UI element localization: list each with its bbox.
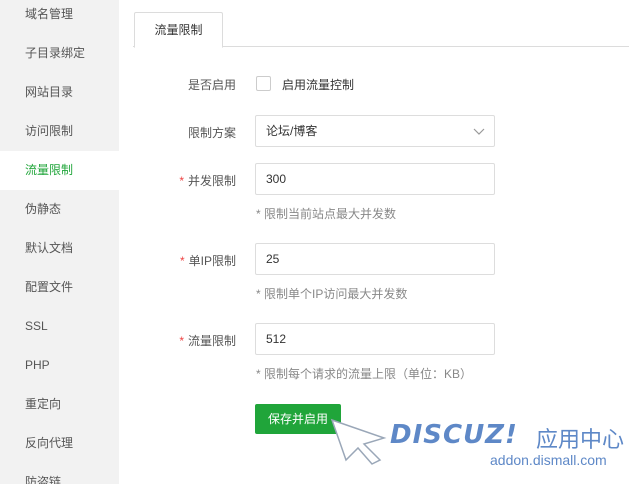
chevron-down-icon	[473, 128, 485, 135]
sidebar-item-domain[interactable]: 域名管理	[0, 0, 119, 34]
tab-traffic-limit[interactable]: 流量限制	[134, 12, 223, 48]
per-ip-limit-input[interactable]	[255, 243, 495, 275]
traffic-limit-input[interactable]	[255, 323, 495, 355]
per-ip-label: * 单IP限制	[133, 252, 236, 269]
concurrent-label-text: 并发限制	[187, 174, 236, 188]
watermark-brand: DISCUZ!	[390, 420, 518, 450]
per-ip-hint: * 限制单个IP访问最大并发数	[256, 287, 408, 301]
per-ip-label-text: 单IP限制	[188, 254, 236, 268]
watermark-url: addon.dismall.com	[490, 452, 607, 468]
required-mark: *	[179, 174, 184, 188]
required-mark: *	[179, 334, 184, 348]
sidebar-item-rewrite[interactable]: 伪静态	[0, 190, 119, 229]
sidebar-item-config-file[interactable]: 配置文件	[0, 268, 119, 307]
enable-checkbox[interactable]	[256, 76, 271, 91]
concurrent-hint: * 限制当前站点最大并发数	[256, 207, 397, 221]
sidebar-item-traffic-limit[interactable]: 流量限制	[0, 151, 119, 190]
sidebar-item-site-directory[interactable]: 网站目录	[0, 73, 119, 112]
sidebar-item-access-limit[interactable]: 访问限制	[0, 112, 119, 151]
watermark-brand-cn: 应用中心	[536, 428, 625, 453]
traffic-label-text: 流量限制	[187, 334, 236, 348]
sidebar-item-php[interactable]: PHP	[0, 346, 119, 385]
sidebar-item-ssl[interactable]: SSL	[0, 307, 119, 346]
required-mark: *	[179, 254, 185, 268]
tab-bar: 流量限制	[133, 12, 629, 48]
enable-checkbox-label[interactable]: 启用流量控制	[282, 76, 354, 93]
scheme-select[interactable]: 论坛/博客	[255, 115, 495, 147]
traffic-hint: * 限制每个请求的流量上限（单位：KB）	[256, 367, 473, 381]
sidebar: 域名管理 子目录绑定 网站目录 访问限制 流量限制 伪静态 默认文档 配置文件 …	[0, 0, 119, 484]
sidebar-item-subdir-binding[interactable]: 子目录绑定	[0, 34, 119, 73]
concurrent-limit-input[interactable]	[255, 163, 495, 195]
watermark: DISCUZ! 应用中心 addon.dismall.com	[328, 416, 628, 484]
sidebar-item-hotlink-protection[interactable]: 防盗链	[0, 463, 119, 484]
traffic-label: * 流量限制	[133, 332, 236, 349]
concurrent-label: * 并发限制	[133, 172, 236, 189]
sidebar-item-reverse-proxy[interactable]: 反向代理	[0, 424, 119, 463]
enable-label: 是否启用	[187, 78, 236, 92]
scheme-select-value: 论坛/博客	[266, 124, 318, 138]
save-and-enable-button[interactable]: 保存并启用	[255, 404, 341, 434]
sidebar-item-redirect[interactable]: 重定向	[0, 385, 119, 424]
sidebar-item-default-doc[interactable]: 默认文档	[0, 229, 119, 268]
scheme-label: 限制方案	[187, 126, 236, 140]
